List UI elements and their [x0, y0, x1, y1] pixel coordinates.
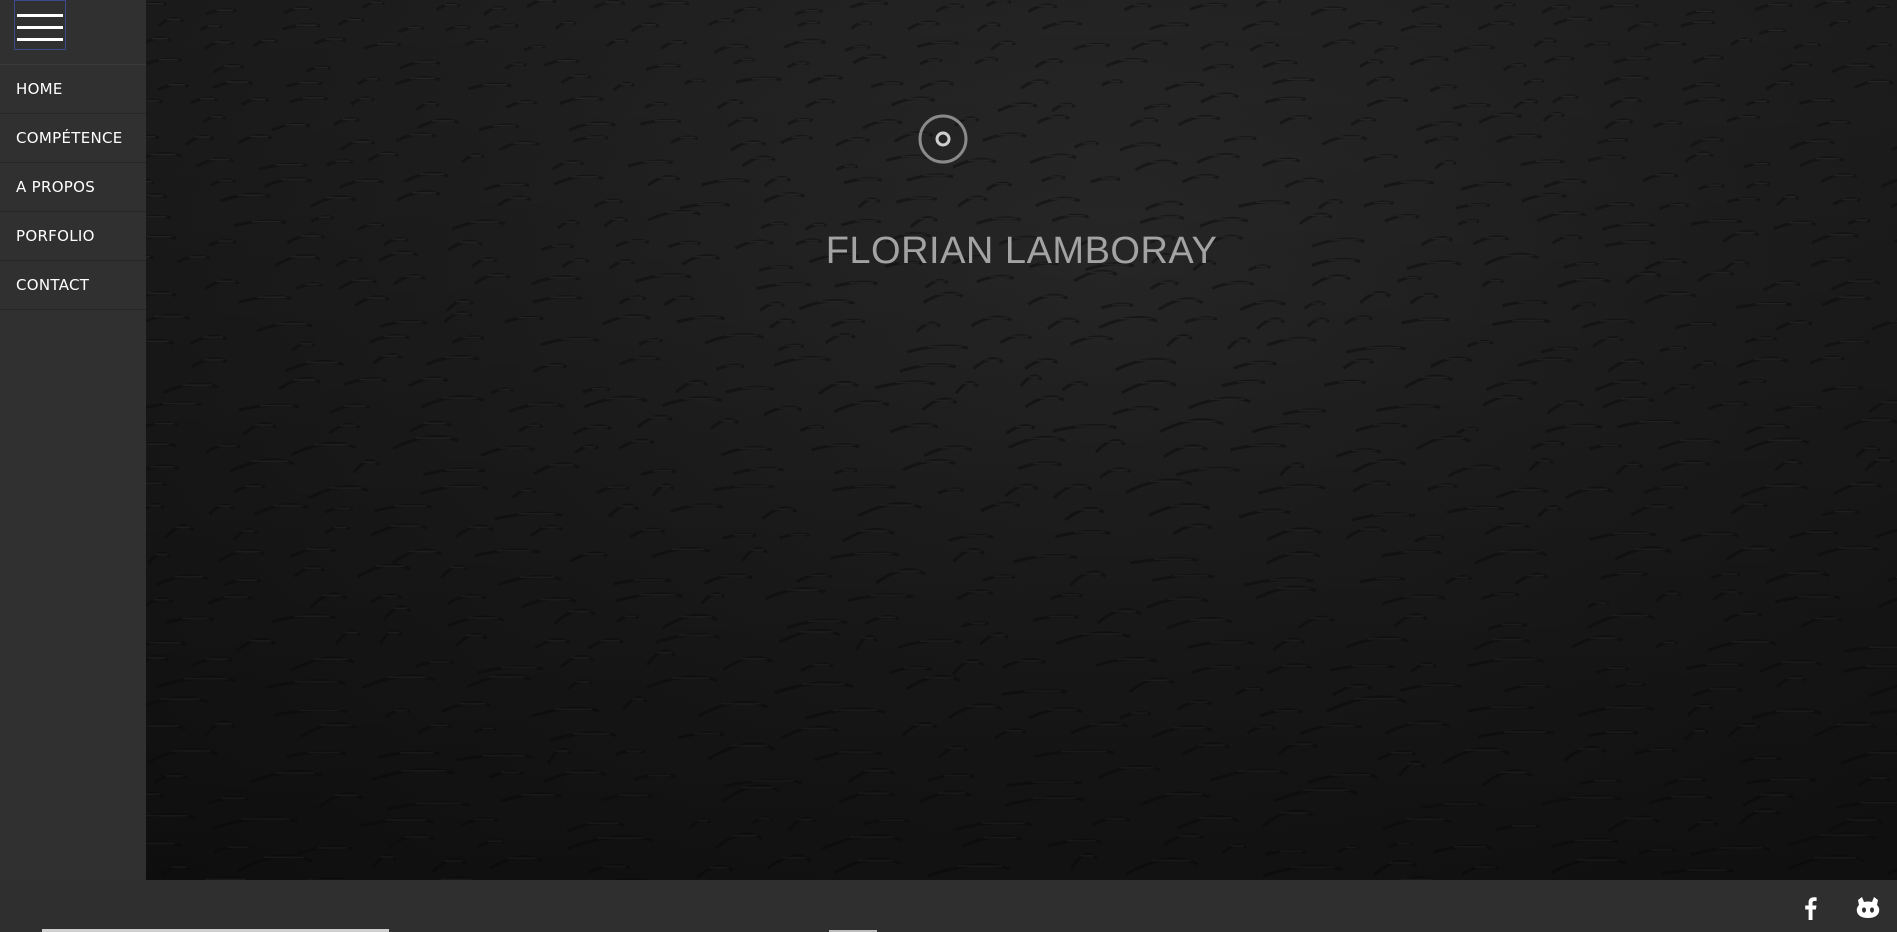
nav-item-porfolio[interactable]: PORFOLIO [0, 212, 146, 261]
sand-background-image [146, 0, 1897, 880]
nav-item-home[interactable]: HOME [0, 65, 146, 114]
hero-section: FLORIAN LAMBORAY [146, 0, 1897, 880]
github-icon[interactable] [1854, 894, 1882, 922]
hero-title: FLORIAN LAMBORAY [825, 230, 1218, 272]
nav-item-contact[interactable]: CONTACT [0, 261, 146, 310]
facebook-icon[interactable] [1796, 894, 1824, 922]
nav-item-competence[interactable]: COMPÉTENCE [0, 114, 146, 163]
nav-item-a-propos[interactable]: A PROPOS [0, 163, 146, 212]
nav-menu: HOME COMPÉTENCE A PROPOS PORFOLIO CONTAC… [0, 64, 146, 310]
spinner-icon [918, 114, 968, 164]
sidebar: HOME COMPÉTENCE A PROPOS PORFOLIO CONTAC… [0, 0, 146, 880]
footer [0, 880, 1897, 932]
hamburger-icon[interactable] [14, 0, 66, 50]
